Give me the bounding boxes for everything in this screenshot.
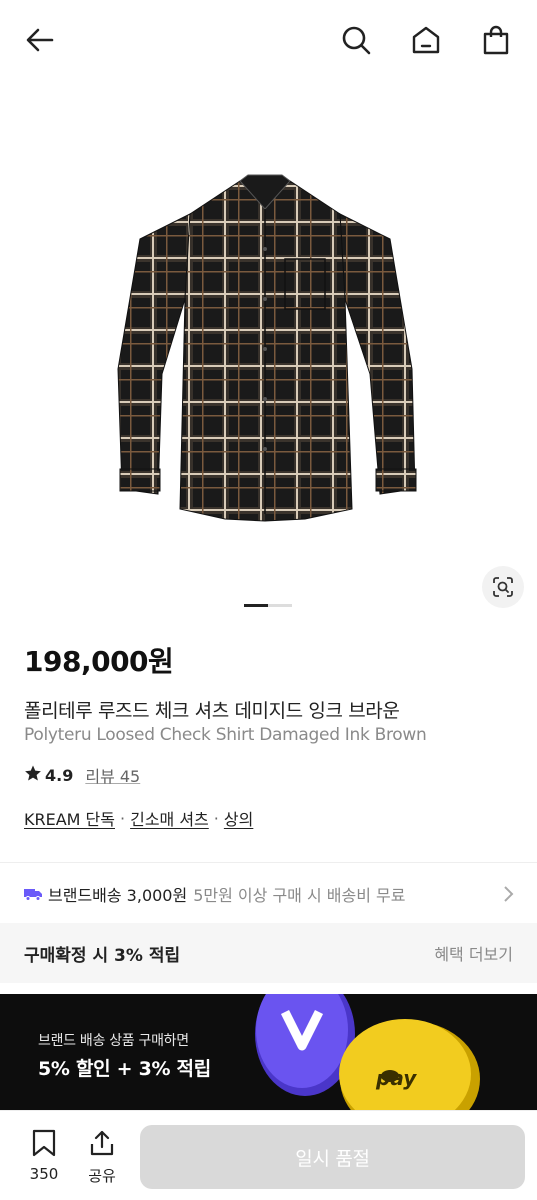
points-row: 구매확정 시 3% 적립 혜택 더보기: [0, 923, 537, 983]
chevron-right-icon: [503, 885, 515, 907]
share-label: 공유: [88, 1167, 116, 1185]
image-search-icon[interactable]: [482, 566, 524, 608]
product-price: 198,000원: [24, 645, 174, 678]
rating-score: 4.9: [45, 765, 74, 785]
coins-illustration: [255, 994, 480, 1110]
pay-logo-text: pay: [376, 1066, 417, 1090]
truck-icon: [24, 889, 42, 901]
product-name-korean: 폴리테루 루즈드 체크 셔츠 데미지드 잉크 브라운: [24, 700, 400, 722]
sold-out-button[interactable]: 일시 품절: [140, 1125, 525, 1189]
search-icon[interactable]: [338, 22, 374, 58]
top-nav-bar: [0, 0, 537, 84]
product-name-english: Polyteru Loosed Check Shirt Damaged Ink …: [24, 725, 427, 745]
back-arrow-icon[interactable]: [22, 22, 58, 58]
bottom-action-bar: 350 공유 일시 품절: [0, 1110, 537, 1200]
share-icon: [88, 1129, 116, 1161]
bookmark-icon: [31, 1129, 57, 1161]
benefits-more-link[interactable]: 혜택 더보기: [434, 941, 513, 965]
category-tags: KREAM 단독 · 긴소매 셔츠 · 상의: [24, 806, 253, 830]
tag-long-sleeve-shirt[interactable]: 긴소매 셔츠: [130, 806, 209, 830]
free-shipping-note: 5만원 이상 구매 시 배송비 무료: [193, 886, 406, 905]
points-label: 구매확정 시 3% 적립: [24, 945, 181, 966]
image-pager: [244, 604, 292, 607]
banner-subtitle: 브랜드 배송 상품 구매하면: [38, 1033, 189, 1049]
shipping-fee: 브랜드배송 3,000원: [48, 886, 188, 905]
shopping-bag-icon[interactable]: [478, 22, 514, 58]
promo-banner[interactable]: 브랜드 배송 상품 구매하면 5% 할인 + 3% 적립 pay: [0, 994, 537, 1110]
star-icon: [24, 764, 42, 786]
section-divider: [0, 862, 537, 863]
reviews-link[interactable]: 리뷰 45: [85, 763, 140, 787]
tag-kream-exclusive[interactable]: KREAM 단독: [24, 806, 115, 830]
share-button[interactable]: 공유: [77, 1129, 127, 1186]
product-rating: 4.9 리뷰 45: [24, 763, 140, 787]
home-icon[interactable]: [408, 22, 444, 58]
banner-title: 5% 할인 + 3% 적립: [38, 1058, 211, 1080]
bookmark-count: 350: [29, 1165, 59, 1183]
tag-separator: ·: [213, 808, 219, 828]
tag-tops[interactable]: 상의: [224, 806, 253, 830]
pager-indicator: [268, 604, 292, 607]
bookmark-button[interactable]: 350: [19, 1129, 69, 1183]
plaid-shirt-image: [117, 174, 417, 522]
shipping-info-row[interactable]: 브랜드배송 3,000원 5만원 이상 구매 시 배송비 무료: [0, 865, 537, 923]
tag-separator: ·: [120, 808, 126, 828]
pager-indicator-active: [244, 604, 268, 607]
product-image[interactable]: [0, 84, 537, 624]
